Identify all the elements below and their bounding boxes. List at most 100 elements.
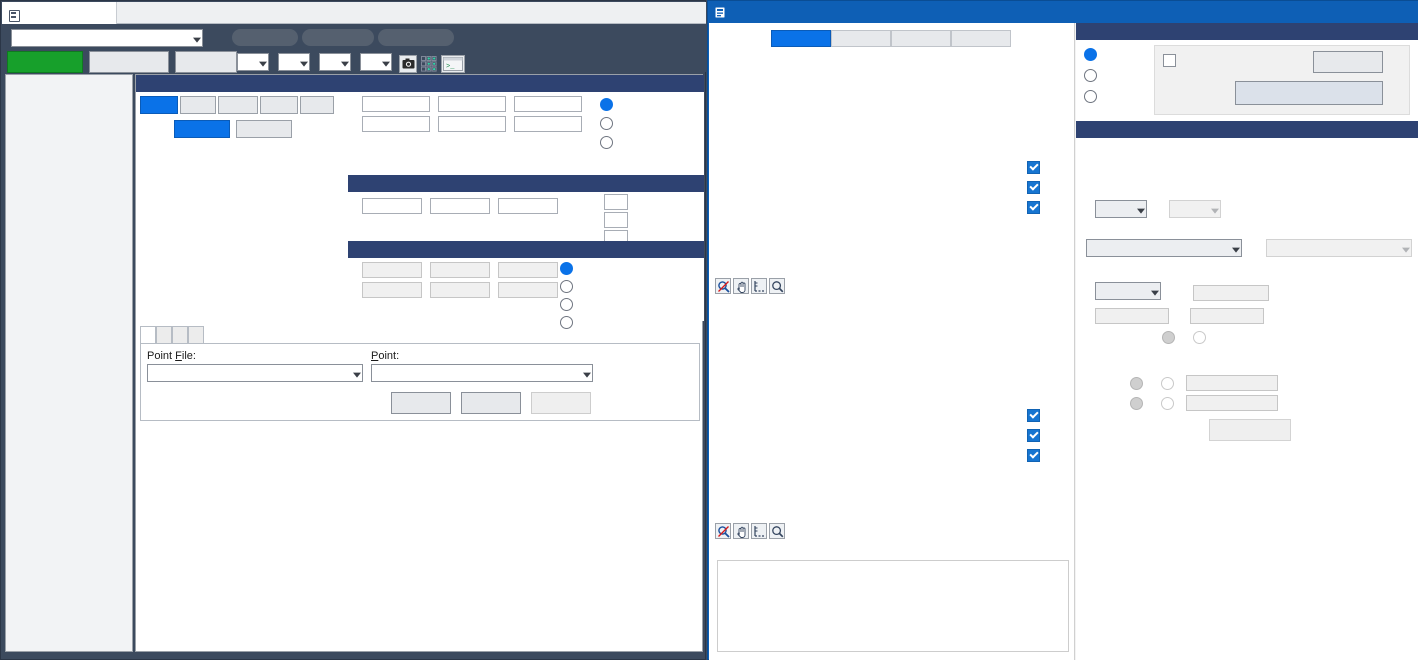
radio-icon: [560, 262, 573, 275]
value-j1flag[interactable]: [604, 194, 628, 210]
io-monitor-icon[interactable]: [420, 55, 438, 73]
checkbox-fz[interactable]: [1027, 201, 1040, 214]
scale-icon[interactable]: [751, 278, 767, 294]
legend-fy[interactable]: [1027, 181, 1045, 194]
tab-2d-pos[interactable]: [891, 30, 951, 47]
jog-mode-joint[interactable]: [260, 96, 298, 114]
value-jd-z[interactable]: [498, 262, 558, 278]
legend-fz[interactable]: [1027, 201, 1045, 214]
value-jd-w[interactable]: [498, 282, 558, 298]
tab-force[interactable]: [771, 30, 831, 47]
value-u[interactable]: [362, 116, 430, 132]
jd-mode-continuous[interactable]: [560, 262, 579, 275]
pos-mode-world[interactable]: [600, 98, 619, 111]
motor-toggle-button[interactable]: [7, 51, 83, 73]
jd-mode-long[interactable]: [560, 280, 579, 293]
ecp-select[interactable]: [319, 53, 351, 71]
timing-inside: [1162, 331, 1181, 344]
mode-live[interactable]: [1084, 48, 1103, 61]
value-j4flag[interactable]: [604, 212, 628, 228]
jog-mode-tool[interactable]: [180, 96, 216, 114]
start-live-button[interactable]: [1313, 51, 1383, 73]
zoom-reset-icon[interactable]: [715, 278, 731, 294]
tab-teach-points[interactable]: [140, 326, 156, 344]
value-jd-x[interactable]: [362, 262, 422, 278]
tab-free-joints[interactable]: [188, 326, 204, 344]
value-x[interactable]: [362, 96, 430, 112]
value-y[interactable]: [438, 96, 506, 112]
jog-distance-header: [348, 241, 704, 258]
live-robot-select[interactable]: [1095, 200, 1147, 218]
jd-mode-short[interactable]: [560, 316, 579, 329]
pos-mode-joint[interactable]: [600, 117, 619, 130]
tab-1d-pos[interactable]: [831, 30, 891, 47]
value-hand[interactable]: [362, 198, 422, 214]
tab-robot-manager[interactable]: [2, 2, 117, 24]
torque-legend: [1027, 409, 1045, 462]
value-w[interactable]: [514, 116, 582, 132]
checkbox-enable-trigger[interactable]: [1163, 54, 1176, 67]
legend-tz[interactable]: [1027, 449, 1045, 462]
checkbox-ty[interactable]: [1027, 429, 1040, 442]
teach-button[interactable]: [391, 392, 451, 414]
value-v[interactable]: [438, 116, 506, 132]
enable-trigger-row[interactable]: [1163, 54, 1182, 67]
jog-mode-local[interactable]: [218, 96, 258, 114]
command-window-icon[interactable]: >_: [441, 55, 465, 73]
value-z[interactable]: [514, 96, 582, 112]
pos-mode-pulse[interactable]: [600, 136, 619, 149]
robot-select[interactable]: [11, 29, 203, 47]
checkbox-tz[interactable]: [1027, 449, 1040, 462]
jd-mode-medium[interactable]: [560, 298, 579, 311]
tool-select[interactable]: [278, 53, 310, 71]
force-data-table-wrap: [717, 560, 1069, 652]
main-content: Point File: Point:: [135, 74, 703, 652]
speed-high-button[interactable]: [236, 120, 292, 138]
scale-icon[interactable]: [751, 523, 767, 539]
edit-button[interactable]: [461, 392, 521, 414]
robot-manager-icon: [8, 9, 20, 21]
speed-low-button[interactable]: [174, 120, 230, 138]
value-elbow[interactable]: [430, 198, 490, 214]
local-select[interactable]: [237, 53, 269, 71]
point-file-select[interactable]: [147, 364, 363, 382]
zoom-reset-icon[interactable]: [715, 523, 731, 539]
vrt-select[interactable]: [360, 53, 392, 71]
checkbox-fy[interactable]: [1027, 181, 1040, 194]
pan-icon[interactable]: [733, 523, 749, 539]
value-jd-y[interactable]: [430, 262, 490, 278]
zoom-icon[interactable]: [769, 278, 785, 294]
jog-mode-ecp[interactable]: [300, 96, 334, 114]
tab-pos-diff[interactable]: [951, 30, 1011, 47]
power-toggle-button[interactable]: [89, 51, 169, 73]
end-value-field: [1186, 395, 1278, 411]
pan-icon[interactable]: [733, 278, 749, 294]
camera-icon[interactable]: [399, 55, 417, 73]
tab-hands[interactable]: [172, 326, 188, 344]
legend-fx[interactable]: [1027, 161, 1045, 174]
torque-chart: [711, 300, 1019, 522]
radio-icon: [1161, 377, 1174, 390]
jog-mode-world[interactable]: [140, 96, 178, 114]
legend-tx[interactable]: [1027, 409, 1045, 422]
trigger-source-select[interactable]: [1095, 282, 1161, 300]
mode-runtime[interactable]: [1084, 69, 1103, 82]
fm-object-select: [1266, 239, 1412, 257]
value-jd-v[interactable]: [430, 282, 490, 298]
force-file-select[interactable]: [1086, 239, 1242, 257]
reset-sensor-button[interactable]: [1235, 81, 1383, 105]
value-wrist[interactable]: [498, 198, 558, 214]
timing-outside: [1193, 331, 1212, 344]
checkbox-fx[interactable]: [1027, 161, 1040, 174]
mode-log[interactable]: [1084, 90, 1103, 103]
robot-manager-tabstrip: [2, 2, 706, 24]
save-to-file-button: [1209, 419, 1291, 441]
legend-ty[interactable]: [1027, 429, 1045, 442]
start-value-field: [1186, 375, 1278, 391]
point-select[interactable]: [371, 364, 593, 382]
reset-button[interactable]: [175, 51, 237, 73]
checkbox-tx[interactable]: [1027, 409, 1040, 422]
tab-execute-motion[interactable]: [156, 326, 172, 344]
value-jd-u[interactable]: [362, 282, 422, 298]
zoom-icon[interactable]: [769, 523, 785, 539]
